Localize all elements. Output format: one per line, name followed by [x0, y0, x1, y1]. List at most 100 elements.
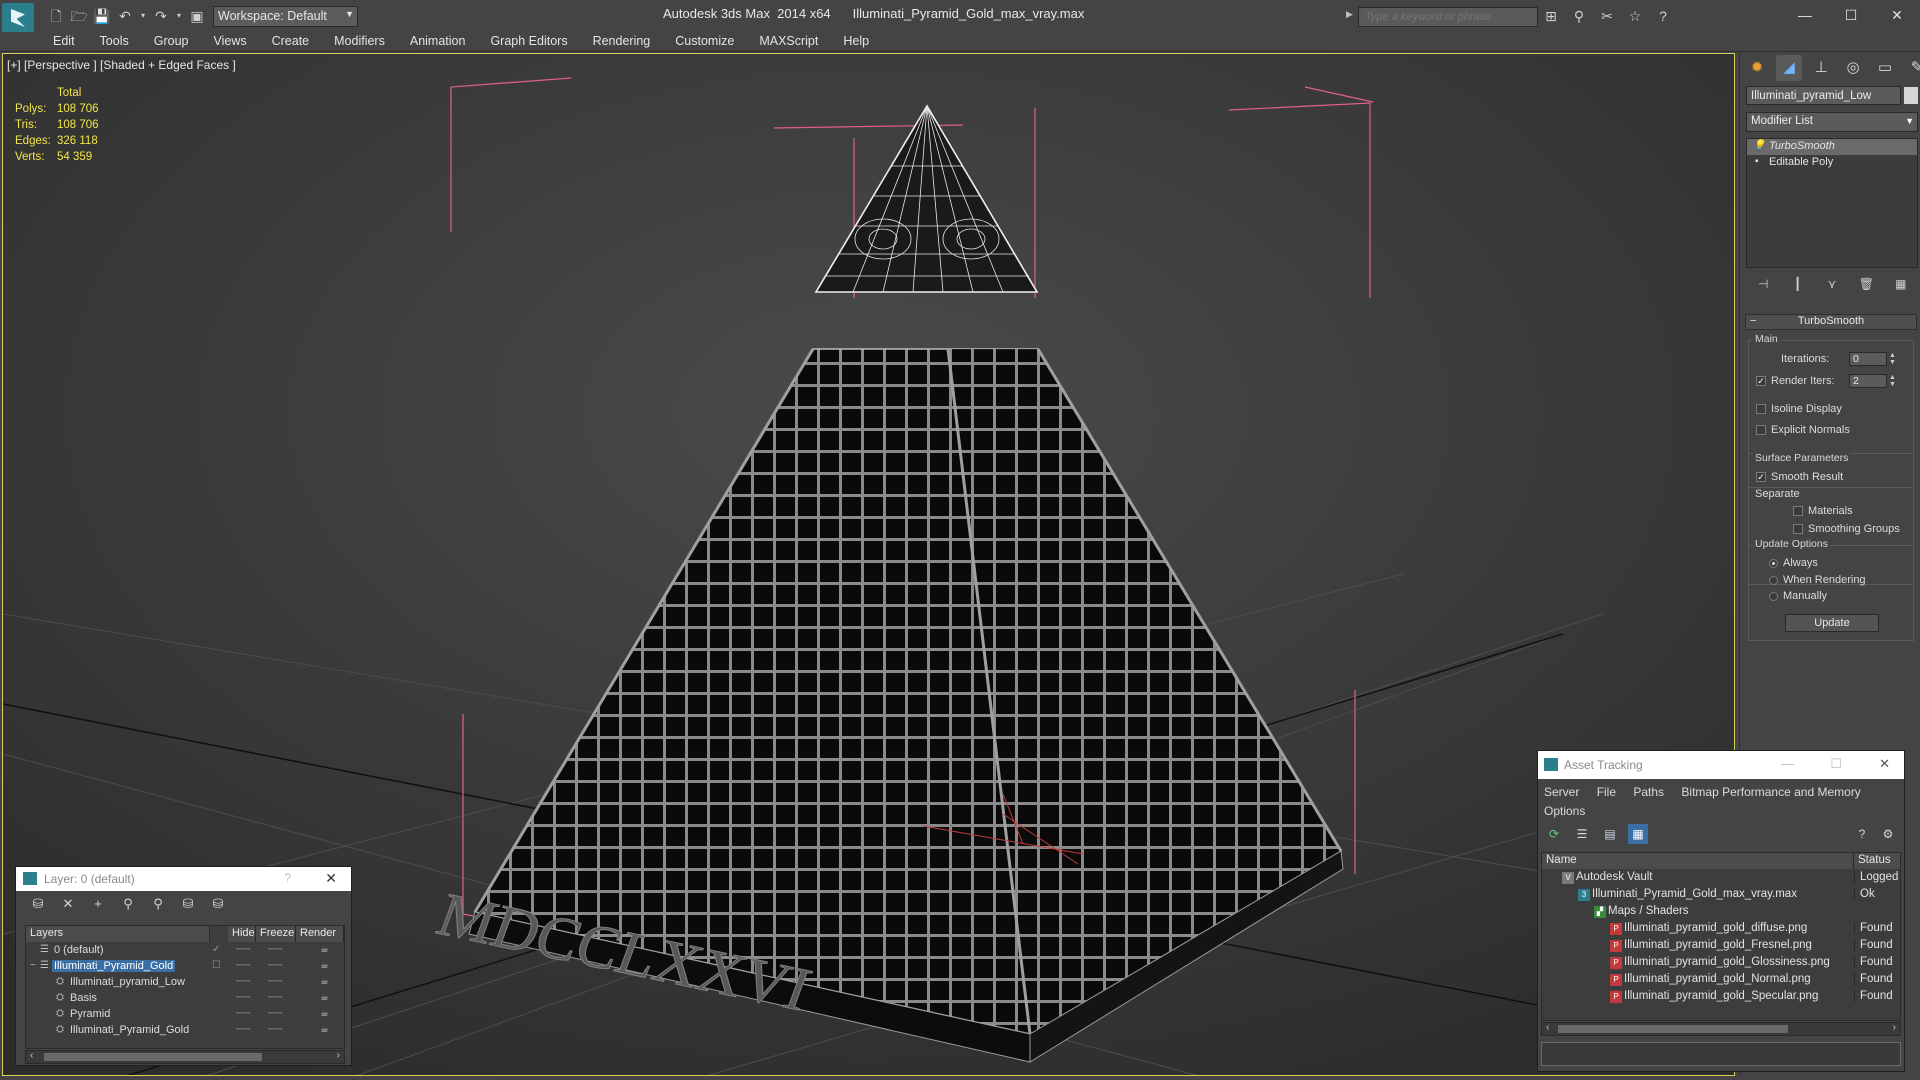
close-button[interactable]: ✕ [1874, 0, 1920, 30]
menu-server[interactable]: Server [1544, 785, 1579, 799]
app-logo-icon[interactable] [2, 3, 34, 33]
freeze-toggle-icon[interactable]: ── [268, 976, 282, 987]
layer-dialog-titlebar[interactable]: Layer: 0 (default) ? ✕ [16, 867, 351, 891]
stack-item-turbosmooth[interactable]: 💡 TurboSmooth [1747, 139, 1917, 155]
modify-icon[interactable]: ◢ [1776, 55, 1802, 81]
add-to-layer-icon[interactable]: + [88, 895, 108, 913]
highlight-layer-icon[interactable]: ⚲ [148, 895, 168, 913]
create-icon[interactable]: ✹ [1744, 55, 1770, 81]
menu-paths[interactable]: Paths [1633, 785, 1664, 799]
tree-view-icon[interactable]: ▤ [1600, 824, 1620, 844]
redo-dropdown-icon[interactable]: ▾ [174, 7, 184, 25]
render-teapot-icon[interactable]: ☕ [320, 992, 329, 1003]
asset-row[interactable]: ▞ Maps / Shaders [1542, 904, 1900, 921]
help-icon[interactable]: ? [1852, 824, 1872, 844]
hide-toggle-icon[interactable]: ── [236, 944, 250, 955]
layer-row[interactable]: − ☰ Illuminati_Pyramid_Gold ☐ ── ── ☕ [26, 959, 344, 975]
render-teapot-icon[interactable]: ☕ [320, 1008, 329, 1019]
collapse-icon[interactable]: − [30, 960, 36, 971]
iterations-spinner[interactable] [1849, 352, 1887, 366]
smooth-result-checkbox[interactable]: ✓ [1756, 472, 1766, 482]
hide-toggle-icon[interactable]: ── [236, 992, 250, 1003]
undo-dropdown-icon[interactable]: ▾ [138, 7, 148, 25]
search-input[interactable] [1358, 7, 1538, 27]
spinner-arrows-icon[interactable]: ▲ ▼ [1889, 352, 1897, 366]
redo-icon[interactable]: ↷ [151, 7, 171, 25]
manually-radio[interactable] [1769, 592, 1778, 601]
always-radio[interactable] [1769, 559, 1778, 568]
asset-row[interactable]: 3 Illuminati_Pyramid_Gold_max_vray.max O… [1542, 887, 1900, 904]
project-folder-icon[interactable]: ▣ [187, 7, 207, 25]
layer-row[interactable]: ⛭ Illuminati_Pyramid_Gold ── ── ☕ [26, 1023, 344, 1039]
menu-modifiers[interactable]: Modifiers [334, 32, 385, 51]
freeze-column-header[interactable]: Freeze [256, 926, 296, 942]
scroll-thumb[interactable] [1558, 1025, 1788, 1033]
delete-layer-icon[interactable]: ✕ [58, 895, 78, 913]
freeze-toggle-icon[interactable]: ── [268, 960, 282, 971]
save-icon[interactable]: 💾 [92, 7, 112, 25]
layer-row[interactable]: ⛭ Pyramid ── ── ☕ [26, 1007, 344, 1023]
asset-row[interactable]: P Illuminati_pyramid_gold_Normal.png Fou… [1542, 972, 1900, 989]
asset-dialog-titlebar[interactable]: Asset Tracking — ☐ ✕ [1538, 751, 1904, 779]
close-button[interactable]: ✕ [325, 870, 337, 887]
menu-rendering[interactable]: Rendering [593, 32, 651, 51]
freeze-all-icon[interactable]: ⛁ [208, 895, 228, 913]
materials-checkbox[interactable] [1793, 506, 1803, 516]
current-layer-check[interactable]: ☐ [212, 960, 221, 971]
asset-row[interactable]: P Illuminati_pyramid_gold_Specular.png F… [1542, 989, 1900, 1006]
smoothing-groups-checkbox[interactable] [1793, 524, 1803, 534]
undo-icon[interactable]: ↶ [115, 7, 135, 25]
configure-sets-icon[interactable]: ▦ [1891, 275, 1911, 293]
asset-row[interactable]: P Illuminati_pyramid_gold_Glossiness.png… [1542, 955, 1900, 972]
binoculars-icon[interactable]: ⊞ [1540, 6, 1562, 26]
turbosmooth-rollout-header[interactable]: − TurboSmooth [1745, 314, 1917, 330]
motion-icon[interactable]: ◎ [1840, 55, 1866, 81]
menu-create[interactable]: Create [272, 32, 310, 51]
asset-row[interactable]: V Autodesk Vault Logged [1542, 870, 1900, 887]
options-icon[interactable]: ⚙ [1878, 824, 1898, 844]
render-iters-checkbox[interactable]: ✓ [1756, 376, 1766, 386]
maximize-button[interactable]: ☐ [1830, 756, 1842, 772]
search-icon[interactable]: ⚲ [1568, 6, 1590, 26]
menu-views[interactable]: Views [213, 32, 246, 51]
list-view-icon[interactable]: ☰ [1572, 824, 1592, 844]
menu-help[interactable]: Help [843, 32, 869, 51]
hierarchy-icon[interactable]: ⊥ [1808, 55, 1834, 81]
render-teapot-icon[interactable]: ☕ [320, 976, 329, 987]
status-column-header[interactable]: Status [1854, 853, 1900, 869]
maximize-button[interactable]: ☐ [1828, 0, 1874, 30]
object-name-field[interactable] [1746, 86, 1901, 105]
menu-group[interactable]: Group [154, 32, 189, 51]
horizontal-scrollbar[interactable]: ‹ › [25, 1050, 345, 1064]
freeze-toggle-icon[interactable]: ── [268, 1008, 282, 1019]
search-expand-icon[interactable]: ▶ [1346, 9, 1353, 20]
create-layer-icon[interactable]: ⛁ [28, 895, 48, 913]
render-teapot-icon[interactable]: ☕ [320, 960, 329, 971]
when-rendering-radio[interactable] [1769, 576, 1778, 585]
layer-row[interactable]: ⛭ Basis ── ── ☕ [26, 991, 344, 1007]
spinner-arrows-icon[interactable]: ▲ ▼ [1889, 374, 1897, 388]
freeze-toggle-icon[interactable]: ── [268, 944, 282, 955]
lightbulb-icon[interactable]: 💡 [1753, 140, 1765, 151]
select-in-layer-icon[interactable]: ⚲ [118, 895, 138, 913]
help-button[interactable]: ? [284, 871, 291, 885]
display-icon[interactable]: ▭ [1872, 55, 1898, 81]
open-icon[interactable]: 🗁 [69, 7, 89, 25]
hide-toggle-icon[interactable]: ── [236, 1008, 250, 1019]
freeze-toggle-icon[interactable]: ── [268, 1024, 282, 1035]
scroll-right-icon[interactable]: › [1893, 1022, 1896, 1033]
stack-item-editable-poly[interactable]: ▪ Editable Poly [1747, 155, 1917, 171]
layer-row[interactable]: ☰ 0 (default) ✓ ── ── ☕ [26, 943, 344, 959]
refresh-icon[interactable]: ⟳ [1544, 824, 1564, 844]
render-teapot-icon[interactable]: ☕ [320, 944, 329, 955]
remove-modifier-icon[interactable]: 🗑 [1856, 275, 1876, 293]
menu-graph-editors[interactable]: Graph Editors [490, 32, 567, 51]
utilities-icon[interactable]: ✎ [1904, 55, 1920, 81]
minimize-button[interactable]: — [1781, 756, 1794, 771]
current-layer-check[interactable]: ✓ [212, 944, 220, 955]
explicit-normals-checkbox[interactable] [1756, 425, 1766, 435]
name-column-header[interactable]: Name [1542, 853, 1854, 869]
scroll-left-icon[interactable]: ‹ [30, 1050, 33, 1061]
menu-bitmap-performance[interactable]: Bitmap Performance and Memory [1681, 785, 1860, 799]
make-unique-icon[interactable]: ⋎ [1822, 275, 1842, 293]
